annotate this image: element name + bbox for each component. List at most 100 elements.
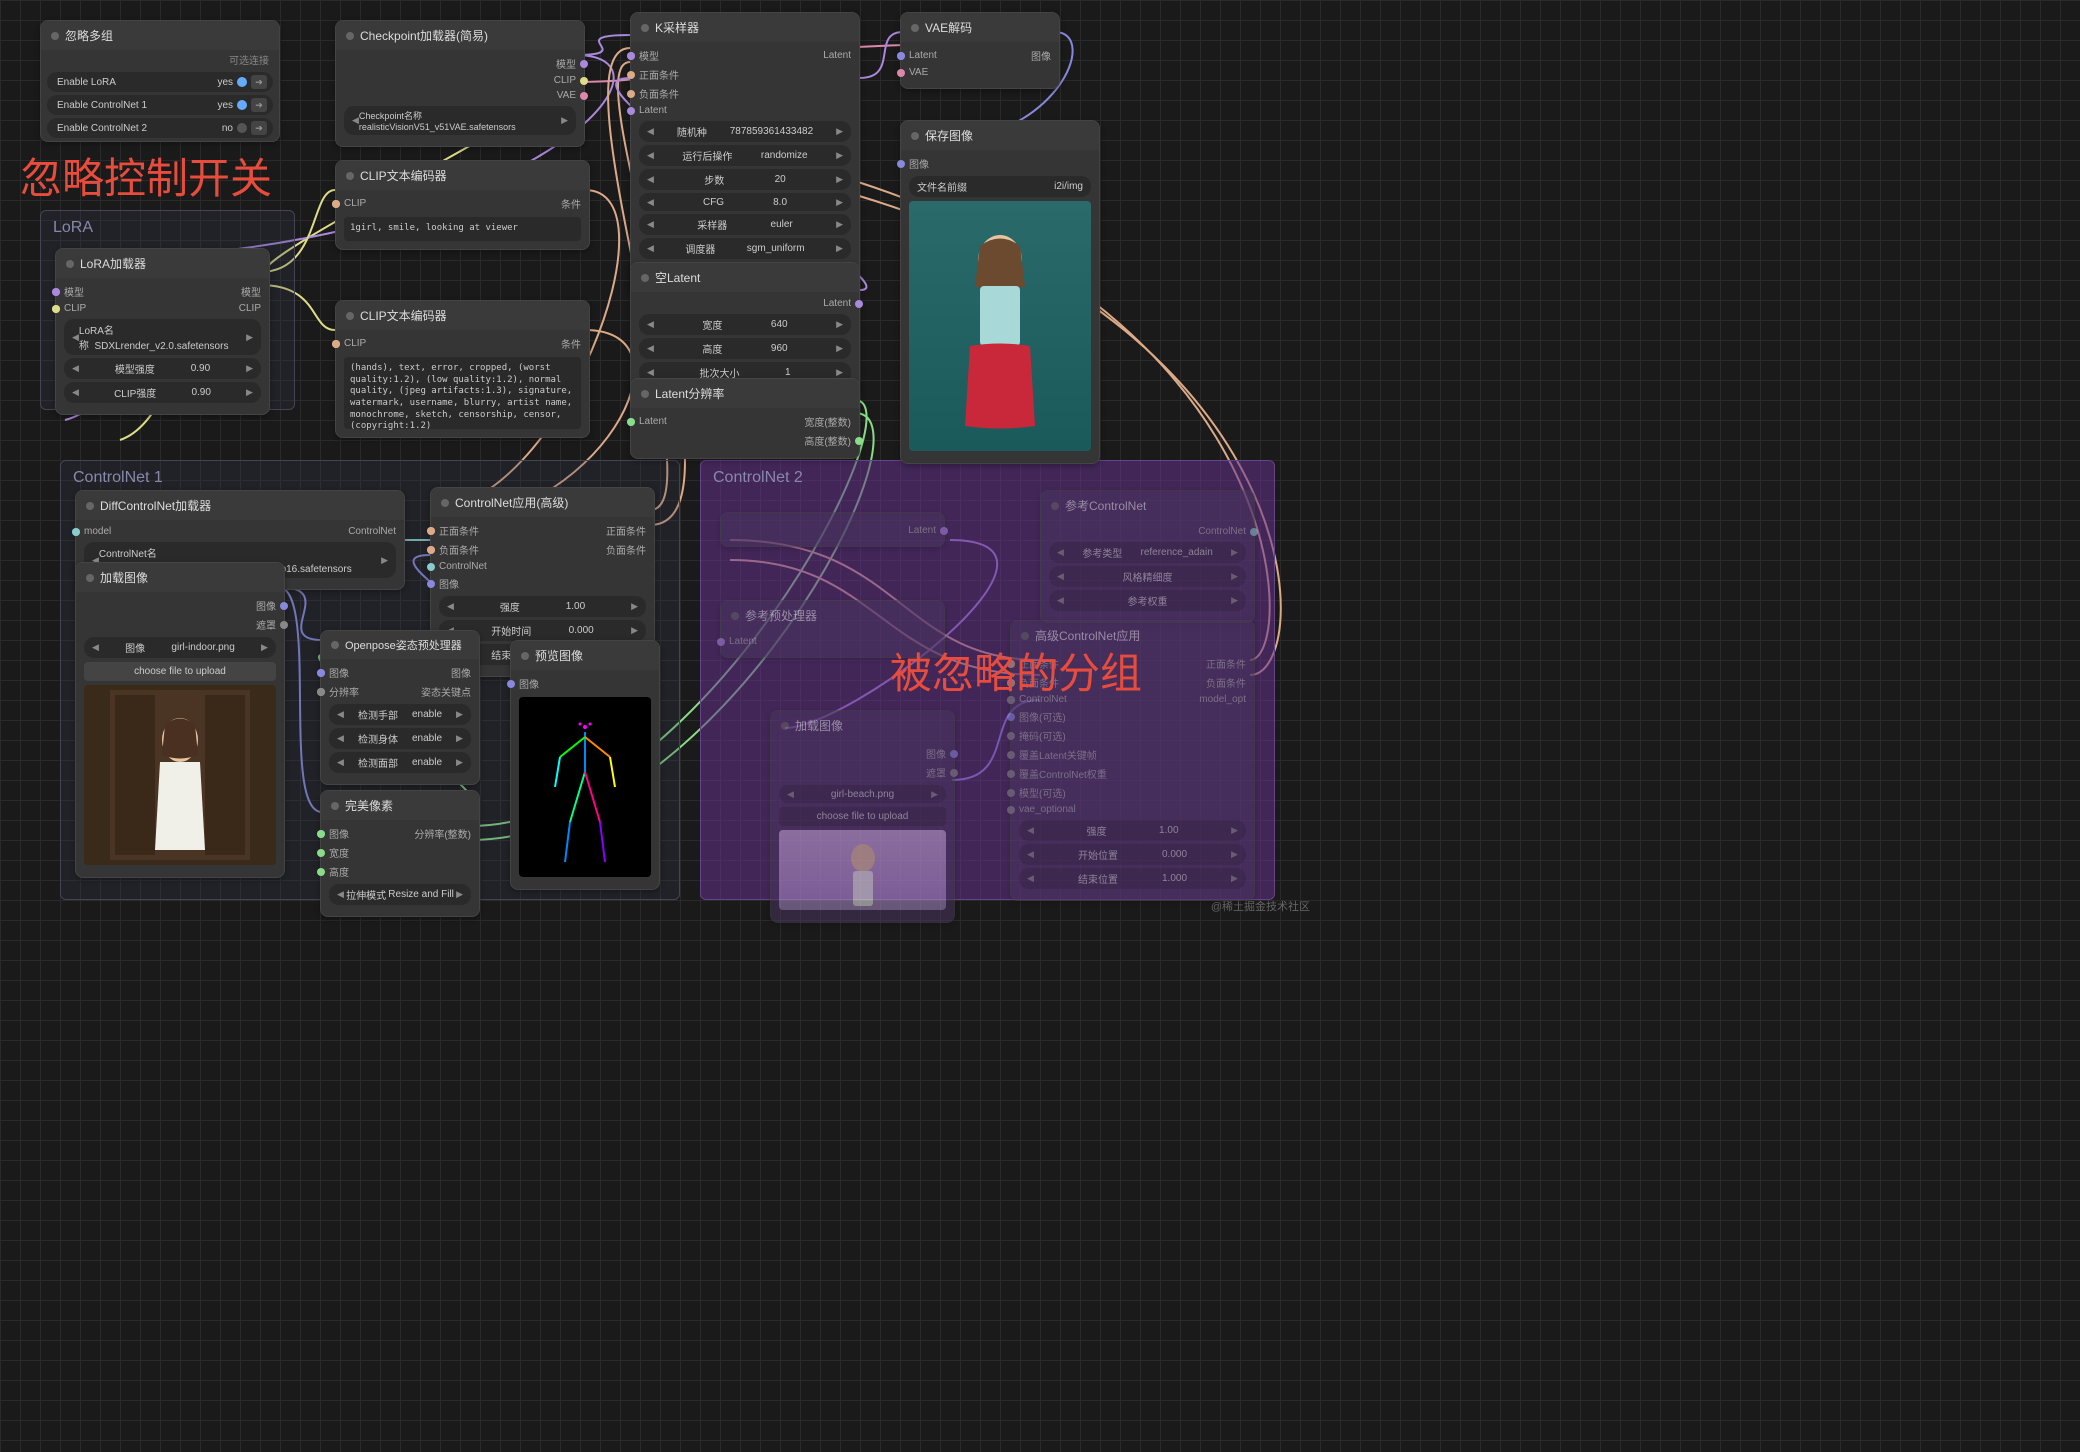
ks-in-neg[interactable]: 负面条件 — [639, 84, 851, 103]
node-clip-negative[interactable]: CLIP文本编码器 CLIP条件 (hands), text, error, c… — [335, 300, 590, 438]
si-prefix[interactable]: 文件名前缀i2i/img — [909, 176, 1091, 197]
vae-in-vae[interactable]: VAE — [909, 65, 1051, 80]
li-file[interactable]: ◀图像girl-indoor.png▶ — [84, 637, 276, 658]
node-bypass-multigroup[interactable]: 忽略多组 可选连接 Enable LoRA yes➔ Enable Contro… — [40, 20, 280, 142]
ks-in-pos[interactable]: 正面条件 — [639, 65, 851, 84]
node-save-image[interactable]: 保存图像 图像 文件名前缀i2i/img — [900, 120, 1100, 464]
clip-pos-in[interactable]: CLIP条件 — [344, 194, 581, 213]
cn2a-w2[interactable]: ◀结束位置1.000▶ — [1019, 868, 1246, 889]
node-cn2-ref-pre[interactable]: 参考预处理器 Latent — [720, 600, 945, 658]
node-cn2-a[interactable]: Latent — [720, 512, 945, 547]
cn2rc-w0[interactable]: ◀参考类型reference_adain▶ — [1049, 542, 1246, 563]
clip-pos-text[interactable]: 1girl, smile, looking at viewer — [344, 217, 581, 241]
vae-in-latent[interactable]: Latent图像 — [909, 46, 1051, 65]
cn-apply-title: ControlNet应用(高级) — [455, 494, 568, 511]
cn2a-w1[interactable]: ◀开始位置0.000▶ — [1019, 844, 1246, 865]
li-upload-btn[interactable]: choose file to upload — [84, 662, 276, 681]
out-clip[interactable]: CLIP — [344, 73, 576, 88]
cna-in-neg[interactable]: 负面条件负面条件 — [439, 540, 646, 559]
li-out-mask[interactable]: 遮罩 — [84, 615, 276, 634]
pi-in-image[interactable]: 图像 — [519, 674, 651, 693]
cn2rp-in[interactable]: Latent — [729, 634, 936, 649]
node-lora-loader[interactable]: LoRA加载器 模型模型 CLIPCLIP ◀LoRA名称 SDXLrender… — [55, 248, 270, 415]
toggle-enable-cn1[interactable]: Enable ControlNet 1 yes➔ — [47, 95, 273, 115]
op-body[interactable]: ◀检测身体enable▶ — [329, 728, 471, 749]
ks-steps[interactable]: ◀步数20▶ — [639, 169, 851, 190]
pp-in-image[interactable]: 图像分辨率(整数) — [329, 824, 471, 843]
toggle-dot-icon[interactable] — [237, 123, 247, 133]
si-in-image[interactable]: 图像 — [909, 154, 1091, 173]
clip-pos-title: CLIP文本编码器 — [360, 167, 447, 184]
node-perfect-pixel[interactable]: 完美像素 图像分辨率(整数) 宽度 高度 ◀拉伸模式Resize and Fil… — [320, 790, 480, 917]
pp-in-h[interactable]: 高度 — [329, 862, 471, 881]
checkpoint-name-widget[interactable]: ◀Checkpoint名称 realisticVisionV51_v51VAE.… — [344, 106, 576, 135]
ks-after[interactable]: ◀运行后操作randomize▶ — [639, 145, 851, 166]
ks-sampler[interactable]: ◀采样器euler▶ — [639, 214, 851, 235]
node-preview-image[interactable]: 预览图像 图像 — [510, 640, 660, 890]
node-checkpoint-loader[interactable]: Checkpoint加载器(简易) 模型 CLIP VAE ◀Checkpoin… — [335, 20, 585, 147]
pp-in-w[interactable]: 宽度 — [329, 843, 471, 862]
cn2-li-title: 加载图像 — [795, 717, 843, 734]
node-latent-resolution[interactable]: Latent分辨率 Latent宽度(整数) 高度(整数) — [630, 378, 860, 459]
clip-neg-text[interactable]: (hands), text, error, cropped, (worst qu… — [344, 357, 581, 429]
arrow-icon[interactable]: ➔ — [251, 98, 267, 112]
lora-in-model[interactable]: 模型模型 — [64, 282, 261, 301]
lora-title: LoRA加载器 — [80, 255, 146, 272]
toggle-enable-cn2[interactable]: Enable ControlNet 2 no➔ — [47, 118, 273, 138]
load-image-title: 加载图像 — [100, 569, 148, 586]
node-cn2-ref-cn[interactable]: 参考ControlNet ControlNet ◀参考类型reference_a… — [1040, 490, 1255, 623]
lora-strength-clip[interactable]: ◀CLIP强度0.90▶ — [64, 382, 261, 403]
cn2-li-upload[interactable]: choose file to upload — [779, 807, 946, 826]
group-lora-title: LoRA — [53, 219, 93, 237]
cna-in-img[interactable]: 图像 — [439, 574, 646, 593]
el-width[interactable]: ◀宽度640▶ — [639, 314, 851, 335]
node-empty-latent[interactable]: 空Latent Latent ◀宽度640▶ ◀高度960▶ ◀批次大小1▶ — [630, 262, 860, 395]
cna-in-pos[interactable]: 正面条件正面条件 — [439, 521, 646, 540]
ks-seed[interactable]: ◀随机种787859361433482▶ — [639, 121, 851, 142]
lora-in-clip[interactable]: CLIPCLIP — [64, 301, 261, 316]
clip-neg-in[interactable]: CLIP条件 — [344, 334, 581, 353]
cn2a-out[interactable]: Latent — [729, 523, 936, 538]
arrow-icon[interactable]: ➔ — [251, 121, 267, 135]
dcn-in-model[interactable]: modelControlNet — [84, 524, 396, 539]
lr-out-h[interactable]: 高度(整数) — [639, 431, 851, 450]
toggle-dot-icon[interactable] — [237, 77, 247, 87]
ks-in-latent[interactable]: Latent — [639, 103, 851, 118]
cn2rc-w1[interactable]: ◀风格精细度▶ — [1049, 566, 1246, 587]
cna-in-cn[interactable]: ControlNet — [439, 559, 646, 574]
op-in-res[interactable]: 分辨率姿态关键点 — [329, 682, 471, 701]
arrow-icon[interactable]: ➔ — [251, 75, 267, 89]
lr-in-latent[interactable]: Latent宽度(整数) — [639, 412, 851, 431]
node-cn2-load-image[interactable]: 加载图像 图像 遮罩 ◀girl-beach.png▶ choose file … — [770, 710, 955, 923]
cn2-li-file[interactable]: ◀girl-beach.png▶ — [779, 785, 946, 803]
cn2a-w0[interactable]: ◀强度1.00▶ — [1019, 820, 1246, 841]
ks-cfg[interactable]: ◀CFG8.0▶ — [639, 193, 851, 211]
lora-strength-model[interactable]: ◀模型强度0.90▶ — [64, 358, 261, 379]
pp-mode[interactable]: ◀拉伸模式Resize and Fill▶ — [329, 884, 471, 905]
node-cn2-apply[interactable]: 高级ControlNet应用 正面条件正面条件 负面条件负面条件 Control… — [1010, 620, 1255, 901]
node-vae-decode[interactable]: VAE解码 Latent图像 VAE — [900, 12, 1060, 89]
lora-name-widget[interactable]: ◀LoRA名称 SDXLrender_v2.0.safetensors▶ — [64, 319, 261, 355]
el-out-latent[interactable]: Latent — [639, 296, 851, 311]
out-vae[interactable]: VAE — [344, 88, 576, 103]
cn2rc-out[interactable]: ControlNet — [1049, 524, 1246, 539]
cn2rc-w2[interactable]: ◀参考权重▶ — [1049, 590, 1246, 611]
ks-scheduler[interactable]: ◀调度器sgm_uniform▶ — [639, 238, 851, 259]
cn2-image-preview — [779, 830, 946, 910]
ks-in-model[interactable]: 模型Latent — [639, 46, 851, 65]
node-load-image[interactable]: 加载图像 图像 遮罩 ◀图像girl-indoor.png▶ choose fi… — [75, 562, 285, 878]
toggle-dot-icon[interactable] — [237, 100, 247, 110]
li-out-image[interactable]: 图像 — [84, 596, 276, 615]
out-model[interactable]: 模型 — [344, 54, 576, 73]
node-clip-positive[interactable]: CLIP文本编码器 CLIP条件 1girl, smile, looking a… — [335, 160, 590, 250]
node-ksampler[interactable]: K采样器 模型Latent 正面条件 负面条件 Latent ◀随机种78785… — [630, 12, 860, 295]
cna-strength[interactable]: ◀强度1.00▶ — [439, 596, 646, 617]
pp-title: 完美像素 — [345, 797, 393, 814]
op-hand[interactable]: ◀检测手部enable▶ — [329, 704, 471, 725]
group-cn1-title: ControlNet 1 — [73, 469, 163, 487]
op-in-image[interactable]: 图像图像 — [329, 663, 471, 682]
node-openpose-preprocessor[interactable]: Openpose姿态预处理器 图像图像 分辨率姿态关键点 ◀检测手部enable… — [320, 630, 480, 785]
el-height[interactable]: ◀高度960▶ — [639, 338, 851, 359]
op-face[interactable]: ◀检测面部enable▶ — [329, 752, 471, 773]
toggle-enable-lora[interactable]: Enable LoRA yes➔ — [47, 72, 273, 92]
